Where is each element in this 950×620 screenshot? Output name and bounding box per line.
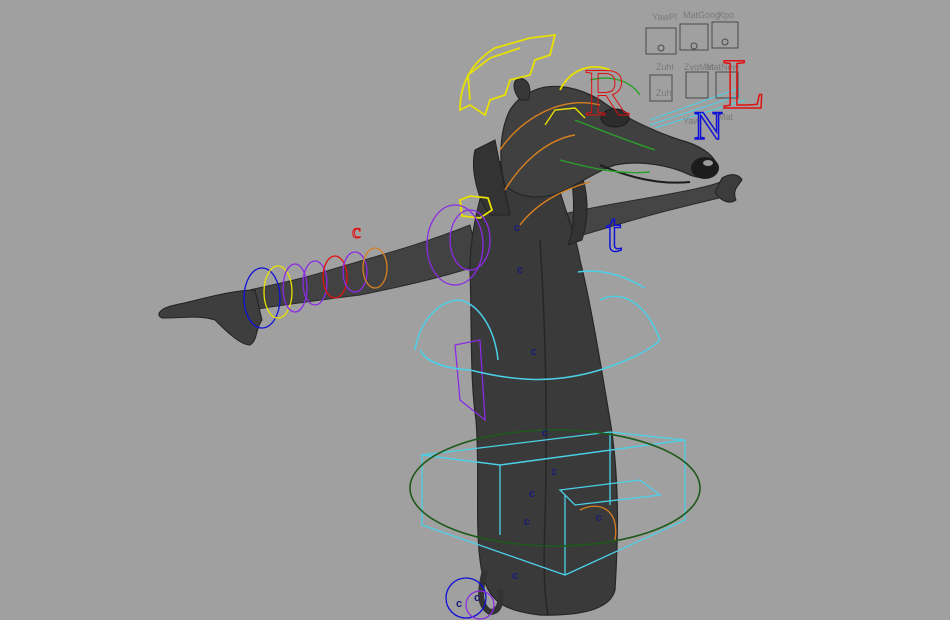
right-side-letter-control[interactable]: R xyxy=(583,58,629,127)
3d-viewport[interactable]: YawPl MatGoog Xpo Zuhl ZygMat MatNew Zuh… xyxy=(0,0,950,620)
character-rig-scene[interactable] xyxy=(0,0,950,620)
panel-label: MatGoog xyxy=(683,10,721,20)
joint-marker[interactable]: c xyxy=(456,598,462,610)
panel-label: Zuhl xyxy=(656,88,674,98)
neck-letter-control[interactable]: N xyxy=(693,105,723,147)
joint-marker[interactable]: c xyxy=(524,516,530,528)
joint-marker[interactable]: c xyxy=(474,592,480,604)
left-side-letter-control[interactable]: L xyxy=(721,47,766,121)
arm-letter-control[interactable]: c xyxy=(352,222,362,243)
panel-label: YawPl xyxy=(652,12,677,22)
torso-letter-control[interactable]: t xyxy=(605,204,622,262)
joint-marker[interactable]: c xyxy=(531,346,537,358)
joint-marker[interactable]: c xyxy=(514,222,520,234)
joint-marker[interactable]: c xyxy=(517,264,523,276)
joint-marker[interactable]: c xyxy=(542,427,548,439)
panel-label: Xpo xyxy=(718,10,735,20)
panel-label: Zuhl xyxy=(656,62,674,72)
joint-marker[interactable]: c xyxy=(596,512,602,524)
joint-marker[interactable]: c xyxy=(551,466,557,478)
joint-marker[interactable]: c xyxy=(529,488,535,500)
joint-marker[interactable]: c xyxy=(512,570,518,582)
